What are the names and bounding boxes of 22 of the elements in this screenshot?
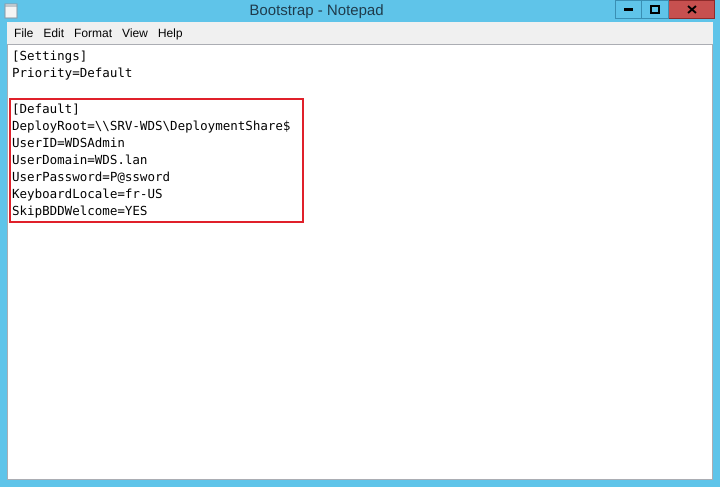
text-line: [Settings] [12,47,88,64]
notepad-icon [4,3,18,19]
text-line: UserID=WDSAdmin [12,134,126,151]
maximize-icon [650,5,660,14]
menu-item[interactable]: Edit [38,24,70,42]
menu-item[interactable]: Help [152,24,188,42]
text-line: UserDomain=WDS.lan [12,151,148,168]
menu-item[interactable]: View [117,24,153,42]
menu-item[interactable]: Format [69,24,118,42]
close-icon [686,5,696,14]
minimize-icon [624,8,633,11]
minimize-button[interactable] [615,0,642,19]
text-line: UserPassword=P@ssword [12,168,172,185]
text-line: SkipBDDWelcome=YES [12,202,148,219]
text-line: Priority=Default [12,64,132,81]
menu-item[interactable]: File [9,24,38,42]
text-line: KeyboardLocale=fr-US [12,185,164,202]
close-button[interactable] [669,0,715,19]
maximize-button[interactable] [642,0,669,19]
window-title: Bootstrap - Notepad [248,0,385,21]
text-line: [Default] [12,100,81,117]
text-line: DeployRoot=\\SRV-WDS\DeploymentShare$ [12,117,290,134]
